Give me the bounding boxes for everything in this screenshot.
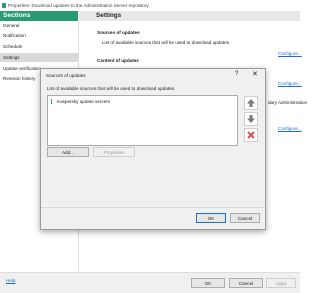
help-icon[interactable]: ? xyxy=(235,71,238,77)
partial-text: dary Administration xyxy=(268,100,308,105)
dialog-description: List of available sources that will be u… xyxy=(47,86,176,91)
list-item[interactable]: Kaspersky update servers xyxy=(51,99,110,104)
sections-header: Sections xyxy=(0,11,78,21)
sidebar-item-general[interactable]: General xyxy=(3,21,77,30)
help-link[interactable]: Help xyxy=(6,278,15,283)
content-header: Settings xyxy=(79,11,300,21)
move-down-button[interactable] xyxy=(244,112,258,126)
dialog-divider xyxy=(41,207,265,208)
add-button[interactable]: Add... xyxy=(47,147,89,157)
configure-sources-link[interactable]: Configure... xyxy=(278,51,302,56)
dialog-title: Sources of updates xyxy=(46,73,86,78)
kaspersky-icon xyxy=(51,99,55,104)
sources-description: List of available sources that will be u… xyxy=(102,40,231,45)
list-item-label: Kaspersky update servers xyxy=(57,99,111,104)
sources-list[interactable]: Kaspersky update servers xyxy=(47,95,238,146)
ok-button[interactable]: OK xyxy=(191,278,225,288)
close-icon[interactable]: ✕ xyxy=(252,70,258,78)
content-of-updates-heading: Content of updates xyxy=(97,58,139,63)
delete-x-icon xyxy=(247,131,255,139)
app-icon xyxy=(2,2,6,8)
sidebar-item-settings[interactable]: Settings xyxy=(0,53,78,62)
footer-bar: Help OK Cancel Apply xyxy=(0,272,300,293)
arrow-down-icon xyxy=(247,115,255,123)
properties-button[interactable]: Properties xyxy=(93,147,135,157)
cancel-button[interactable]: Cancel xyxy=(229,278,263,288)
sections-header-label: Sections xyxy=(3,12,31,19)
sidebar-item-schedule[interactable]: Schedule xyxy=(3,42,77,51)
arrow-up-icon xyxy=(247,99,255,107)
configure-other-link[interactable]: Configure... xyxy=(278,126,302,131)
content-title: Settings xyxy=(96,12,122,19)
window-title: Properties: Download updates to the Admi… xyxy=(8,3,149,8)
sidebar-item-notification[interactable]: Notification xyxy=(3,31,77,40)
sources-heading: Sources of updates xyxy=(97,30,140,35)
delete-button[interactable] xyxy=(244,128,258,142)
apply-button[interactable]: Apply xyxy=(266,278,296,288)
dialog-ok-button[interactable]: OK xyxy=(196,213,226,223)
move-up-button[interactable] xyxy=(244,96,258,110)
configure-content-link[interactable]: Configure... xyxy=(278,81,302,86)
sources-of-updates-dialog: Sources of updates ? ✕ List of available… xyxy=(40,68,266,230)
dialog-cancel-button[interactable]: Cancel xyxy=(230,213,260,223)
